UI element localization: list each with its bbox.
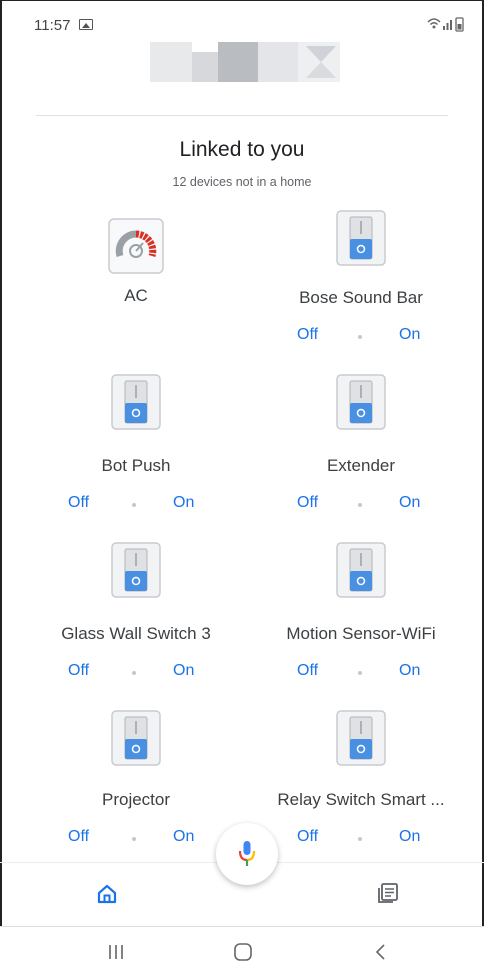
on-button[interactable]: On — [173, 662, 194, 680]
device-name: AC — [124, 286, 148, 305]
image-icon — [79, 19, 93, 30]
separator-dot — [358, 503, 362, 507]
device-tile-glass-wall-switch-3[interactable]: Glass Wall Switch 3 Off On — [21, 542, 251, 682]
device-name: Bot Push — [101, 456, 171, 475]
on-button[interactable]: On — [173, 828, 194, 846]
separator-dot — [358, 671, 362, 675]
separator-dot — [358, 837, 362, 841]
off-button[interactable]: Off — [297, 828, 318, 846]
wifi-icon — [427, 18, 441, 29]
switch-icon — [336, 374, 386, 430]
switch-icon — [111, 374, 161, 430]
off-button[interactable]: Off — [68, 662, 89, 680]
device-name: Projector — [101, 790, 171, 809]
device-controls: Off On — [246, 662, 476, 684]
separator-dot — [132, 837, 136, 841]
device-name: Motion Sensor-WiFi — [286, 624, 436, 643]
status-bar: 11:57 — [0, 0, 484, 40]
switch-icon — [111, 542, 161, 598]
device-controls: Off On — [246, 828, 476, 850]
device-name: Relay Switch Smart ... — [277, 790, 445, 809]
on-button[interactable]: On — [399, 494, 420, 512]
recent-apps-icon[interactable] — [104, 941, 128, 963]
off-button[interactable]: Off — [297, 494, 318, 512]
status-time: 11:57 — [34, 17, 71, 34]
back-icon[interactable] — [369, 941, 393, 963]
off-button[interactable]: Off — [68, 494, 89, 512]
mic-button[interactable] — [216, 823, 278, 885]
separator-dot — [358, 335, 362, 339]
home-icon[interactable] — [96, 883, 118, 905]
system-home-icon[interactable] — [231, 941, 255, 963]
switch-icon — [336, 210, 386, 266]
separator-dot — [132, 671, 136, 675]
mic-icon — [238, 841, 256, 866]
device-tile-extender[interactable]: Extender Off On — [246, 374, 476, 514]
device-controls: Off On — [21, 494, 251, 516]
on-button[interactable]: On — [399, 828, 420, 846]
off-button[interactable]: Off — [297, 662, 318, 680]
device-tile-motion-sensor-wifi[interactable]: Motion Sensor-WiFi Off On — [246, 542, 476, 682]
page-subtitle: 12 devices not in a home — [172, 175, 312, 189]
on-button[interactable]: On — [173, 494, 194, 512]
system-status-icons — [427, 17, 464, 32]
device-name: Glass Wall Switch 3 — [61, 624, 211, 643]
off-button[interactable]: Off — [297, 326, 318, 344]
switch-icon — [111, 710, 161, 766]
switch-icon — [336, 542, 386, 598]
header-divider — [36, 115, 448, 116]
device-tile-projector[interactable]: Projector Off On — [21, 710, 251, 850]
device-tile-relay-switch-smart[interactable]: Relay Switch Smart ... Off On — [246, 710, 476, 850]
account-avatars[interactable] — [150, 42, 340, 82]
device-controls: Off On — [246, 494, 476, 516]
system-nav-bar — [0, 926, 484, 974]
device-name: Extender — [326, 456, 396, 475]
signal-icon — [443, 20, 452, 30]
on-button[interactable]: On — [399, 662, 420, 680]
on-button[interactable]: On — [399, 326, 420, 344]
off-button[interactable]: Off — [68, 828, 89, 846]
battery-icon — [455, 17, 464, 32]
device-name: Bose Sound Bar — [299, 288, 423, 307]
switch-icon — [336, 710, 386, 766]
device-tile-ac[interactable]: AC — [21, 215, 251, 325]
device-controls: Off On — [21, 662, 251, 684]
page-title: Linked to you — [179, 138, 305, 161]
feed-icon[interactable] — [376, 881, 400, 905]
device-tile-bot-push[interactable]: Bot Push Off On — [21, 374, 251, 514]
gauge-icon — [108, 218, 164, 274]
separator-dot — [132, 503, 136, 507]
device-tile-bose-sound-bar[interactable]: Bose Sound Bar Off On — [246, 210, 476, 350]
device-controls: Off On — [246, 326, 476, 348]
